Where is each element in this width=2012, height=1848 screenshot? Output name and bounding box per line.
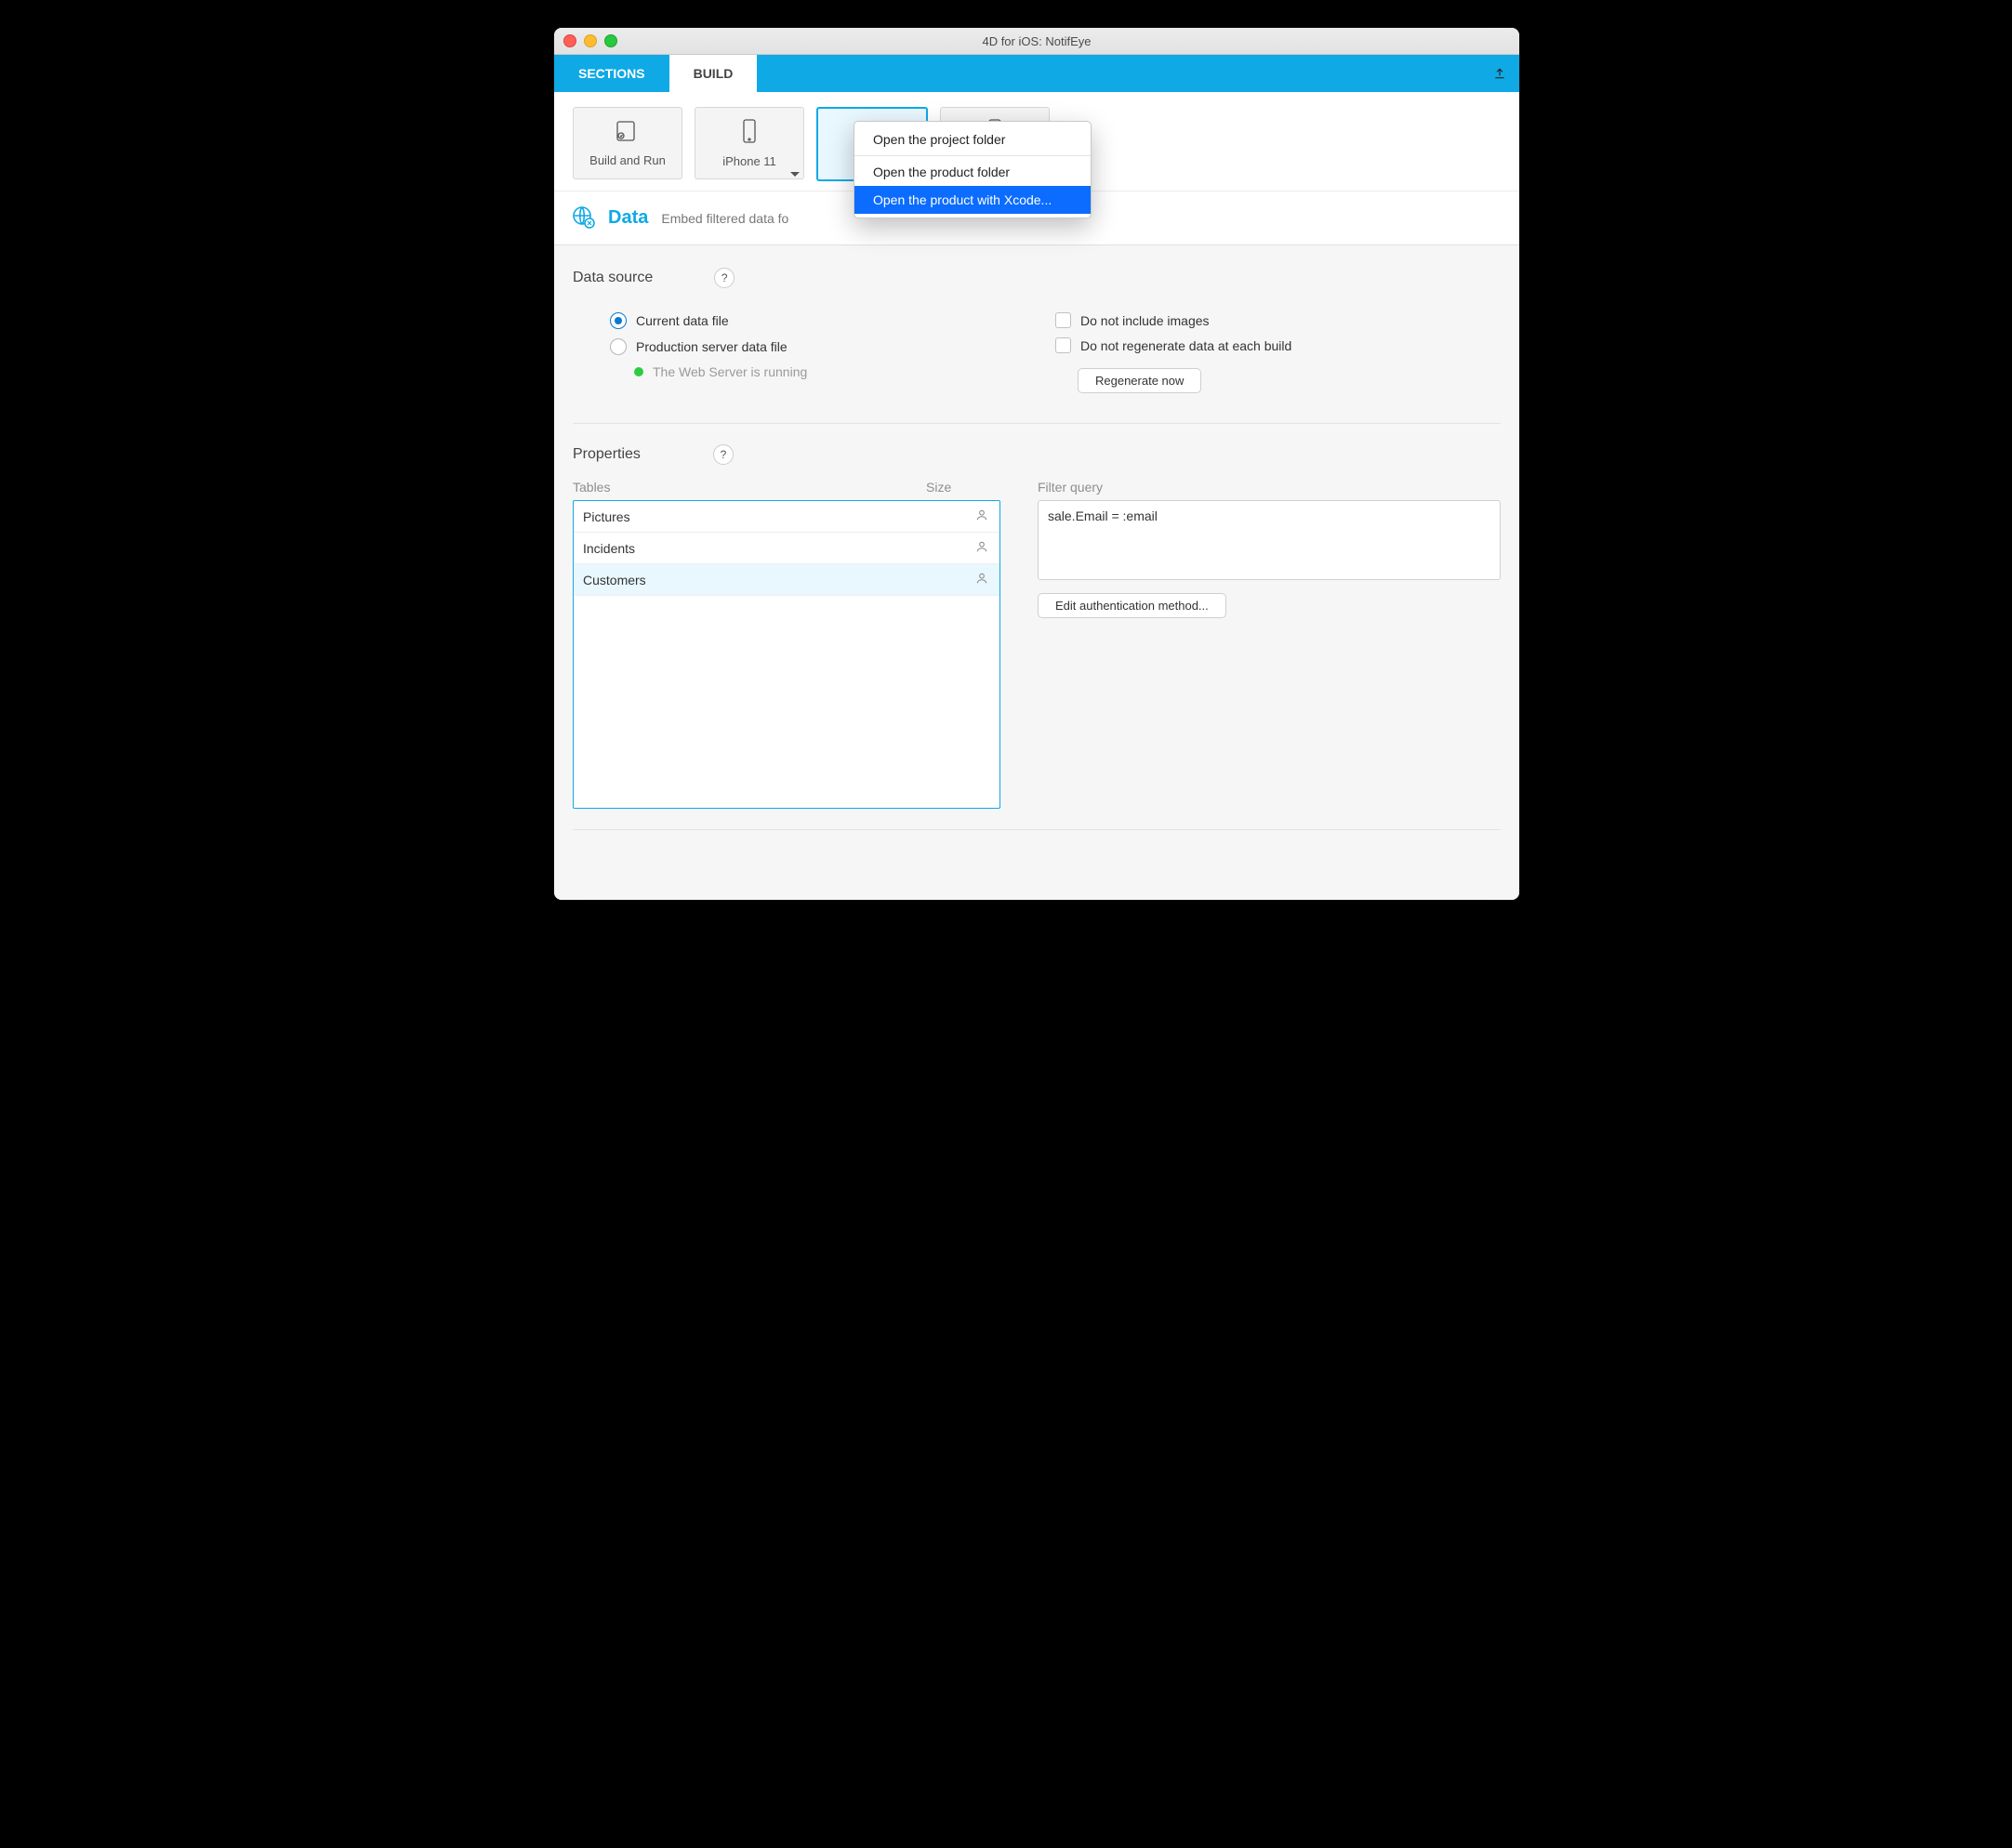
chevron-down-icon — [790, 172, 800, 177]
filter-query-input[interactable]: sale.Email = :email — [1038, 500, 1501, 580]
server-status-dot-icon — [634, 367, 643, 376]
device-label: iPhone 11 — [722, 154, 776, 168]
window-title: 4D for iOS: NotifEye — [554, 34, 1519, 48]
filter-query-value: sale.Email = :email — [1048, 508, 1158, 523]
data-globe-icon — [571, 205, 595, 231]
section-title: Data — [608, 207, 648, 229]
divider — [573, 423, 1501, 424]
help-button-data-source[interactable]: ? — [714, 268, 735, 288]
checkbox-no-regenerate-label: Do not regenerate data at each build — [1080, 338, 1291, 353]
section-subtitle: Embed filtered data fo — [661, 211, 788, 226]
user-icon — [975, 572, 990, 587]
edit-auth-method-button[interactable]: Edit authentication method... — [1038, 593, 1226, 618]
user-icon — [975, 508, 990, 524]
divider — [573, 829, 1501, 830]
size-column-label: Size — [926, 480, 1000, 495]
table-row[interactable]: Pictures — [574, 501, 999, 533]
checkbox-no-images[interactable] — [1055, 312, 1071, 328]
export-icon[interactable] — [1493, 67, 1506, 80]
radio-current-data-file[interactable] — [610, 312, 627, 329]
data-source-heading: Data source — [573, 270, 653, 286]
tab-sections[interactable]: SECTIONS — [554, 55, 669, 92]
tables-column-label: Tables — [573, 480, 926, 495]
play-gear-icon — [615, 119, 641, 146]
build-and-run-label: Build and Run — [589, 153, 666, 167]
table-row[interactable]: Incidents — [574, 533, 999, 564]
radio-production-server[interactable] — [610, 338, 627, 355]
main-tabbar: SECTIONS BUILD — [554, 55, 1519, 92]
table-name: Customers — [583, 573, 910, 587]
regenerate-now-button[interactable]: Regenerate now — [1078, 368, 1201, 393]
checkbox-no-images-label: Do not include images — [1080, 313, 1210, 328]
checkbox-no-regenerate[interactable] — [1055, 337, 1071, 353]
properties-heading: Properties — [573, 446, 641, 463]
menu-open-product-xcode[interactable]: Open the product with Xcode... — [854, 186, 1091, 214]
titlebar: 4D for iOS: NotifEye — [554, 28, 1519, 55]
project-dropdown-menu: Open the project folder Open the product… — [854, 121, 1092, 218]
build-and-run-button[interactable]: Build and Run — [573, 107, 682, 179]
tab-build[interactable]: BUILD — [669, 55, 758, 92]
menu-open-project-folder[interactable]: Open the project folder — [854, 125, 1091, 153]
device-select-button[interactable]: iPhone 11 — [695, 107, 804, 179]
content-body: Data source ? Current data file Producti… — [554, 245, 1519, 900]
menu-open-product-folder[interactable]: Open the product folder — [854, 158, 1091, 186]
menu-separator — [854, 155, 1091, 156]
table-name: Pictures — [583, 509, 910, 524]
radio-current-data-file-label: Current data file — [636, 313, 729, 328]
help-button-properties[interactable]: ? — [713, 444, 734, 465]
app-window: 4D for iOS: NotifEye SECTIONS BUILD Buil… — [554, 28, 1519, 900]
radio-production-server-label: Production server data file — [636, 339, 788, 354]
filter-query-label: Filter query — [1038, 480, 1501, 495]
table-row[interactable]: Customers — [574, 564, 999, 596]
phone-icon — [740, 118, 759, 147]
server-status-text: The Web Server is running — [653, 364, 807, 379]
table-name: Incidents — [583, 541, 910, 556]
tables-list[interactable]: Pictures Incidents Customers — [573, 500, 1000, 809]
user-icon — [975, 540, 990, 556]
